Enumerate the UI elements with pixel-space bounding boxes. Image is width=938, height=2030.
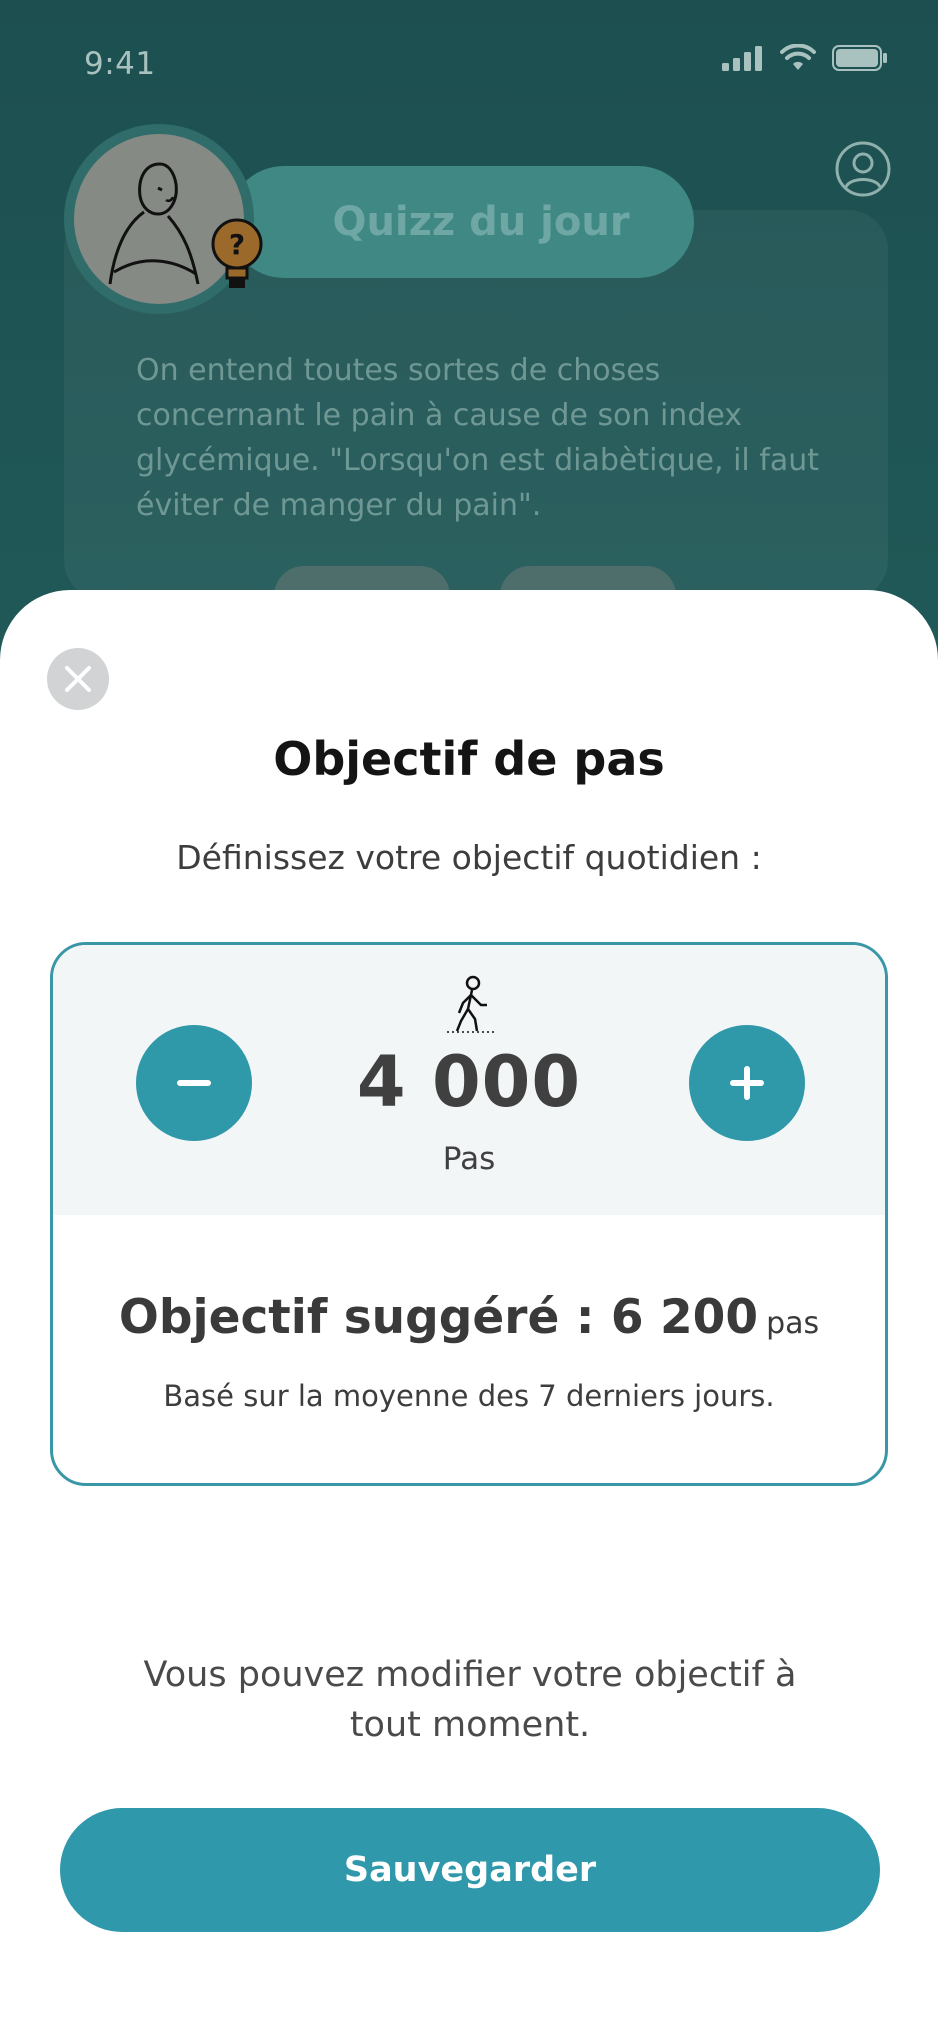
- goal-stepper-area: 4 000 Pas: [53, 945, 885, 1215]
- signal-icon: [722, 46, 762, 71]
- walking-person-icon: [447, 975, 495, 1033]
- lightbulb-question-icon: ?: [211, 218, 263, 288]
- step-goal-panel: 4 000 Pas Objectif suggéré : 6 200 pas Ba…: [50, 942, 888, 1486]
- step-goal-sheet: Objectif de pas Définissez votre objecti…: [0, 590, 938, 2030]
- save-button[interactable]: Sauvegarder: [60, 1808, 880, 1932]
- info-text: Vous pouvez modifier votre objectif à to…: [143, 1655, 797, 1745]
- quiz-title[interactable]: Quizz du jour: [228, 166, 694, 278]
- suggested-goal-label: Objectif suggéré :: [118, 1290, 611, 1345]
- status-icons: [722, 44, 888, 72]
- close-icon: [65, 666, 91, 692]
- status-bar: 9:41: [0, 0, 938, 130]
- close-button[interactable]: [47, 648, 109, 710]
- user-profile-icon[interactable]: [834, 140, 892, 198]
- suggested-goal-note: Basé sur la moyenne des 7 derniers jours…: [163, 1379, 775, 1413]
- step-goal-unit: Pas: [442, 1141, 496, 1177]
- wifi-icon: [780, 44, 816, 70]
- status-time: 9:41: [84, 46, 156, 82]
- sheet-title: Objectif de pas: [273, 732, 665, 786]
- svg-text:?: ?: [229, 228, 245, 261]
- plus-icon: [730, 1066, 764, 1100]
- suggested-goal-unit: pas: [766, 1306, 820, 1341]
- suggested-goal-value: 6 200: [610, 1290, 759, 1345]
- increase-button[interactable]: [689, 1025, 805, 1141]
- battery-icon: [832, 45, 887, 71]
- sheet-subtitle: Définissez votre objectif quotidien :: [176, 838, 762, 877]
- quiz-text: On entend toutes sortes de choses concer…: [136, 353, 819, 523]
- suggested-goal: Objectif suggéré : 6 200 pas: [53, 1290, 885, 1345]
